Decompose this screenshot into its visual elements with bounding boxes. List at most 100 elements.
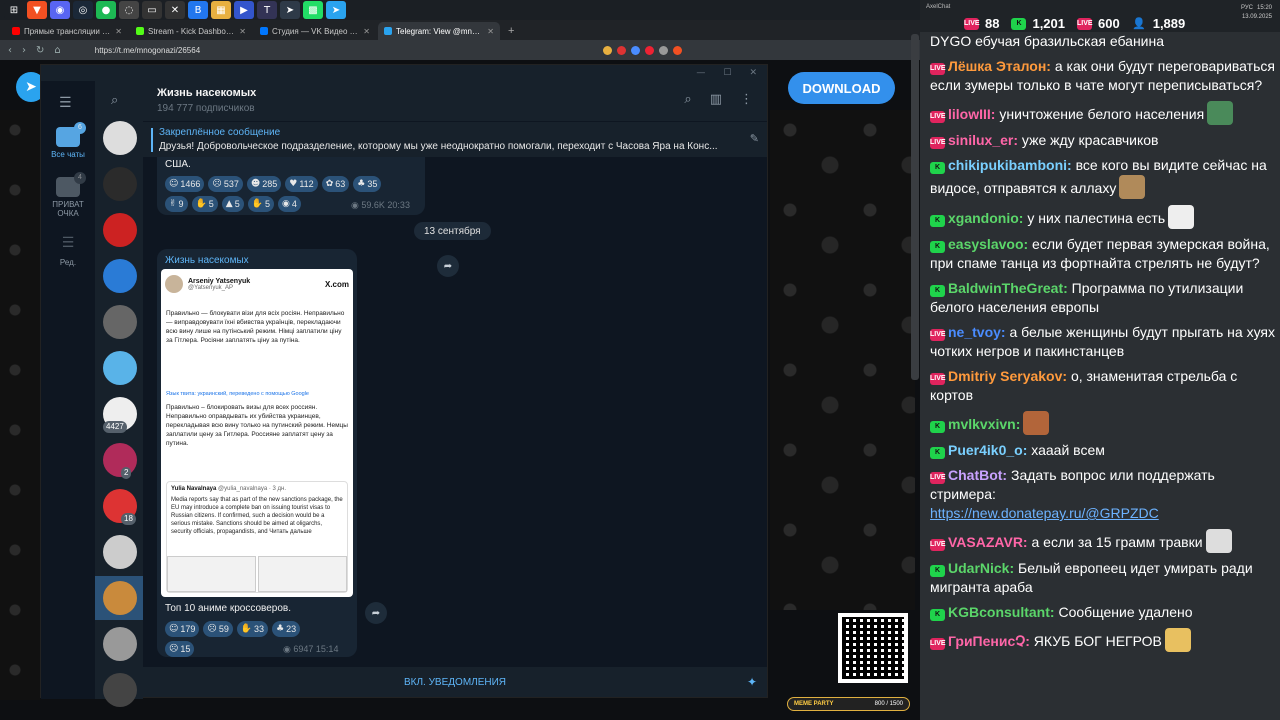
reaction-chip[interactable]: ✌ 9 [165, 196, 188, 212]
obs-icon[interactable]: ◌ [119, 1, 139, 19]
sidebar-toggle-icon[interactable]: ▥ [710, 92, 722, 107]
reaction-chip[interactable]: ✋ 5 [247, 196, 274, 212]
forward-button[interactable]: ➦ [437, 255, 459, 277]
chat-avatar[interactable] [103, 673, 137, 707]
extension-icon[interactable] [603, 45, 612, 55]
spotify-icon[interactable]: ● [96, 1, 116, 19]
reaction-chip[interactable]: ☻ 285 [246, 176, 282, 192]
reaction-chip[interactable]: ✿ 63 [321, 176, 350, 192]
folder-3[interactable]: ☰ Ред. [41, 235, 95, 267]
app-t-icon[interactable]: T [257, 1, 277, 19]
chat-username[interactable]: Puer4ik0_o: [948, 442, 1027, 458]
chat-avatar[interactable] [103, 535, 137, 569]
reaction-chip[interactable]: ☹ 59 [203, 621, 233, 637]
chat-username[interactable]: Лёшка Эталон: [948, 58, 1051, 74]
chat-avatar[interactable] [103, 167, 137, 201]
extension-icon[interactable] [645, 45, 654, 55]
extension-icon[interactable] [617, 45, 626, 55]
browser-tab[interactable]: Stream - Kick Dashboard ✕ [130, 22, 252, 40]
reaction-chip[interactable]: ♣ 23 [272, 621, 301, 637]
chat-username[interactable]: KGBconsultant: [948, 604, 1055, 620]
more-icon[interactable]: ⋮ [740, 92, 753, 107]
chat-avatar[interactable] [103, 581, 137, 615]
reaction-chip[interactable]: ◉ 4 [277, 196, 301, 212]
reload-icon[interactable]: ↻ [36, 45, 44, 56]
chat-username[interactable]: easyslavoo: [948, 236, 1028, 252]
app-grid-icon[interactable]: ▩ [303, 1, 323, 19]
reaction-chip[interactable]: ☹ 15 [165, 641, 195, 657]
chat-username[interactable]: lilowIII: [948, 106, 995, 122]
chat-username[interactable]: xgandonio: [948, 210, 1023, 226]
menu-icon[interactable]: ☰ [59, 95, 72, 111]
chat-avatar[interactable] [103, 351, 137, 385]
pinned-message[interactable]: Закреплённое сообщение Друзья! Доброволь… [143, 121, 767, 157]
pinned-list-icon[interactable]: ✎ [750, 132, 759, 145]
chat-username[interactable]: mvlkvxivn: [948, 416, 1020, 432]
reaction-chip[interactable]: ♥ 112 [285, 176, 318, 192]
chat-avatar[interactable] [103, 305, 137, 339]
chat-avatar[interactable] [103, 627, 137, 661]
channel-title[interactable]: Жизнь насекомых [157, 87, 256, 99]
brave-icon[interactable]: ▼ [27, 1, 47, 19]
chat-avatar[interactable] [103, 213, 137, 247]
tab-close-icon[interactable]: ✕ [363, 27, 370, 36]
chat-username[interactable]: VASAZAVR: [948, 534, 1028, 550]
chat-username[interactable]: UdarNick: [948, 560, 1014, 576]
chat-username[interactable]: chikipukibamboni: [948, 157, 1072, 173]
chat-username[interactable]: ne_tvoy: [948, 324, 1006, 340]
search-icon[interactable]: ⌕ [111, 93, 118, 108]
reaction-chip[interactable]: ▲ 5 [221, 196, 244, 212]
chat-avatar[interactable] [103, 121, 137, 155]
extension-icon[interactable] [631, 45, 640, 55]
forward-icon[interactable]: › [22, 45, 26, 56]
chat-avatar[interactable] [103, 443, 137, 477]
telegram-2-icon[interactable]: ➤ [326, 1, 346, 19]
tab-close-icon[interactable]: ✕ [115, 27, 122, 36]
window-icon[interactable]: ▭ [142, 1, 162, 19]
brave-shield-icon[interactable] [673, 45, 682, 55]
notifications-button[interactable]: ВКЛ. УВЕДОМЛЕНИЯ ✦ [143, 667, 767, 697]
browser-tab[interactable]: Прямые трансляции - YouTube Studio✕ [6, 22, 128, 40]
language-indicator[interactable]: РУС [1241, 4, 1253, 13]
reaction-chip[interactable]: ✋ 33 [236, 621, 269, 637]
telegram-icon[interactable]: ➤ [280, 1, 300, 19]
discord-icon[interactable]: ◉ [50, 1, 70, 19]
message-bubble[interactable]: США. ☺ 1466 ☹ 537 ☻ 285 ♥ 112 ✿ 63 ♣ 35 ✌ 9 ✋ 5 ▲ 5 ✋ 5 ◉ 4 … [157, 157, 425, 215]
tab-close-icon[interactable]: ✕ [239, 27, 246, 36]
search-icon[interactable]: ⌕ [684, 92, 691, 107]
chat-username[interactable]: sinilux_er: [948, 132, 1018, 148]
message-author[interactable]: Жизнь насекомых [165, 255, 249, 266]
app-x-icon[interactable]: ✕ [165, 1, 185, 19]
reaction-chip[interactable]: ☹ 537 [208, 176, 243, 192]
tab-close-icon[interactable]: ✕ [487, 27, 494, 36]
chat-link[interactable]: https://new.donatepay.ru/@GRPZDC [930, 505, 1159, 521]
close-icon[interactable]: ✕ [749, 68, 757, 78]
chat-username[interactable]: Dmitriy Seryakov: [948, 368, 1067, 384]
reaction-chip[interactable]: ♣ 35 [353, 176, 382, 192]
download-button[interactable]: DOWNLOAD [788, 72, 895, 104]
maximize-icon[interactable]: ☐ [723, 68, 731, 78]
reaction-chip[interactable]: ☺ 179 [165, 621, 200, 637]
chat-username[interactable]: BaldwinTheGreat: [948, 280, 1068, 296]
app-folder-icon[interactable]: ▦ [211, 1, 231, 19]
folder-1[interactable]: 6 Все чаты [41, 122, 95, 159]
browser-tab[interactable]: Telegram: View @mnogonazi ✕ [378, 22, 500, 40]
folder-2[interactable]: 4 ПРИВАТ ОЧКА [41, 172, 95, 218]
chat-avatar[interactable] [103, 259, 137, 293]
new-tab-button[interactable]: + [502, 22, 520, 40]
reaction-chip[interactable]: ☺ 1466 [165, 176, 205, 192]
scrollbar[interactable] [911, 34, 919, 380]
forward-button[interactable]: ➦ [365, 602, 387, 624]
windows-icon[interactable]: ⊞ [4, 1, 24, 19]
back-icon[interactable]: ‹ [8, 45, 12, 56]
app-b-icon[interactable]: B [188, 1, 208, 19]
reaction-chip[interactable]: ✋ 5 [191, 196, 218, 212]
tweet-screenshot[interactable]: Arseniy Yatsenyuk @Yatsenyuk_AP X.com Пр… [161, 269, 353, 597]
minimize-icon[interactable]: — [696, 68, 705, 78]
browser-tab[interactable]: Студия — VK Видео Live ✕ [254, 22, 376, 40]
clock-time[interactable]: 15:20 [1257, 4, 1272, 13]
chat-username[interactable]: ChatBot: [948, 467, 1007, 483]
url-input[interactable]: https://t.me/mnogonazi/26564 [95, 46, 593, 55]
gift-icon[interactable]: ✦ [747, 675, 757, 689]
steam-icon[interactable]: ◎ [73, 1, 93, 19]
